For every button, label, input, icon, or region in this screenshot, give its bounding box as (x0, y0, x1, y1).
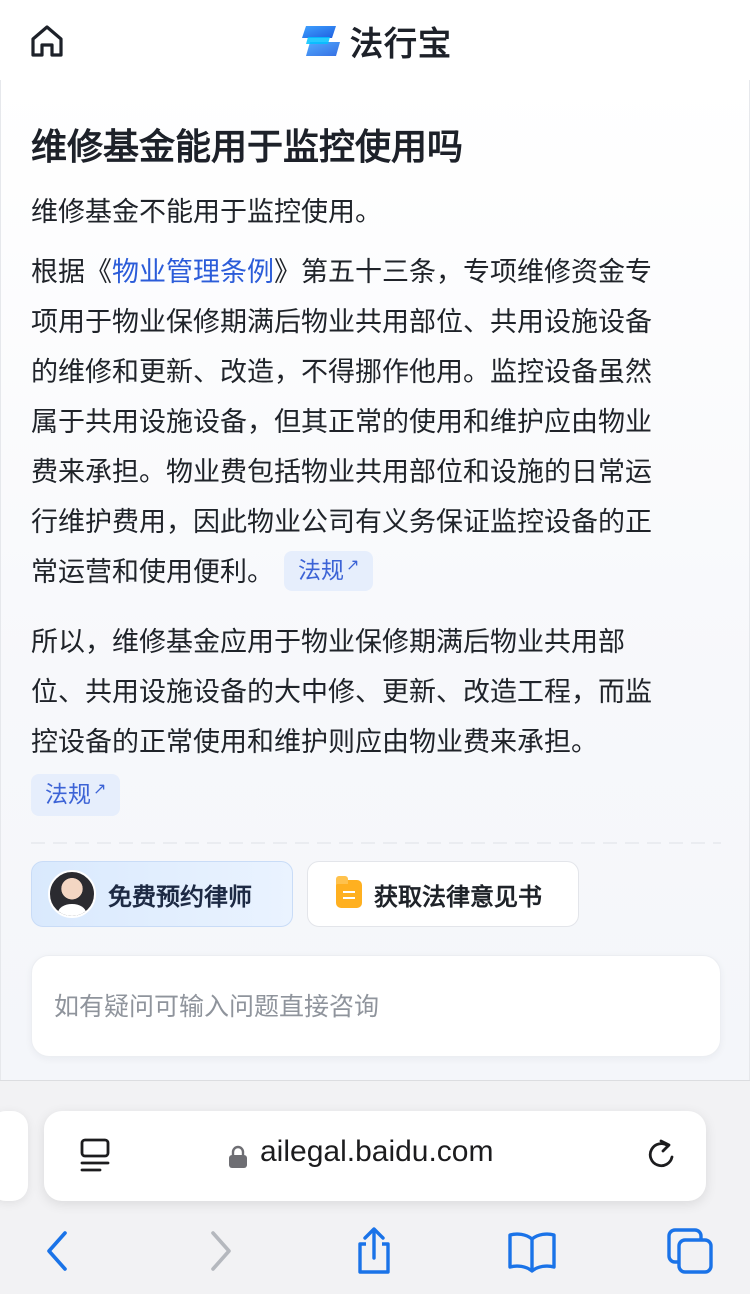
address-bar[interactable]: ailegal.baidu.com (44, 1111, 706, 1201)
reader-mode-icon[interactable] (78, 1137, 114, 1175)
divider (31, 842, 721, 844)
answer-card: 维修基金能用于监控使用吗 维修基金不能用于监控使用。 根据《物业管理条例》第五十… (0, 80, 750, 1080)
paragraph-line: 常运营和使用便利。 法规 ↗ (31, 548, 721, 598)
bookmarks-button[interactable] (504, 1223, 560, 1279)
paragraph-line: 位、共用设施设备的大中修、更新、改造工程，而监 (31, 677, 652, 708)
law-tag-label: 法规 (45, 782, 91, 808)
book-lawyer-label: 免费预约律师 (108, 882, 252, 911)
lock-icon (229, 1145, 247, 1168)
question-input[interactable] (31, 955, 721, 1057)
brand-name: 法行宝 (350, 24, 452, 63)
text-segment: 》第五十三条，专项维修资金专 (274, 257, 652, 288)
lawyer-avatar (48, 870, 96, 918)
external-arrow-icon: ↗ (346, 554, 360, 574)
brand-logo-icon (302, 26, 340, 56)
legal-opinion-label: 获取法律意见书 (374, 882, 542, 911)
home-icon (31, 25, 63, 57)
book-icon (508, 1232, 556, 1273)
text-segment: 常运营和使用便利。 (31, 557, 274, 588)
legal-opinion-button[interactable]: 获取法律意见书 (307, 861, 579, 927)
paragraph-line: 的维修和更新、改造，不得挪作他用。监控设备虽然 (31, 357, 652, 388)
answer-paragraph-2: 所以，维修基金应用于物业保修期满后物业共用部 位、共用设施设备的大中修、更新、改… (31, 618, 721, 768)
law-tag-label: 法规 (298, 557, 344, 584)
question-title: 维修基金能用于监控使用吗 (31, 127, 464, 168)
document-icon (336, 876, 362, 908)
paragraph-line: 属于共用设施设备，但其正常的使用和维护应由物业 (31, 407, 652, 438)
paragraph-line: 项用于物业保修期满后物业共用部位、共用设施设备 (31, 307, 652, 338)
paragraph-line: 行维护费用，因此物业公司有义务保证监控设备的正 (31, 507, 652, 538)
reload-icon[interactable] (644, 1137, 680, 1175)
law-link[interactable]: 物业管理条例 (112, 257, 274, 288)
url-text: ailegal.baidu.com (260, 1135, 494, 1168)
external-arrow-icon: ↗ (93, 779, 107, 798)
chevron-right-icon (211, 1231, 231, 1271)
share-icon (358, 1227, 390, 1274)
previous-tab-peek[interactable] (0, 1111, 28, 1201)
tabs-icon (667, 1228, 713, 1274)
home-button[interactable] (26, 20, 68, 62)
brand: 法行宝 (300, 18, 452, 64)
answer-paragraph-1: 根据《物业管理条例》第五十三条，专项维修资金专 项用于物业保修期满后物业共用部位… (31, 248, 721, 598)
paragraph-line: 所以，维修基金应用于物业保修期满后物业共用部 (31, 627, 625, 658)
app-header: 法行宝 (0, 0, 750, 80)
paragraph-line: 费来承担。物业费包括物业共用部位和设施的日常运 (31, 457, 652, 488)
browser-toolbar: ailegal.baidu.com (0, 1080, 750, 1294)
back-button[interactable] (30, 1223, 86, 1279)
forward-button[interactable] (192, 1223, 248, 1279)
paragraph-line: 根据《物业管理条例》第五十三条，专项维修资金专 (31, 248, 721, 298)
law-reference-tag[interactable]: 法规 ↗ (284, 550, 374, 591)
paragraph-line: 控设备的正常使用和维护则应由物业费来承担。 (31, 727, 598, 758)
text-segment: 根据《 (31, 257, 112, 288)
tabs-button[interactable] (662, 1223, 718, 1279)
share-button[interactable] (346, 1223, 402, 1279)
answer-summary: 维修基金不能用于监控使用。 (31, 197, 382, 228)
law-reference-tag[interactable]: 法规 ↗ (31, 774, 121, 816)
chevron-left-icon (47, 1231, 67, 1271)
book-lawyer-button[interactable]: 免费预约律师 (31, 861, 293, 927)
